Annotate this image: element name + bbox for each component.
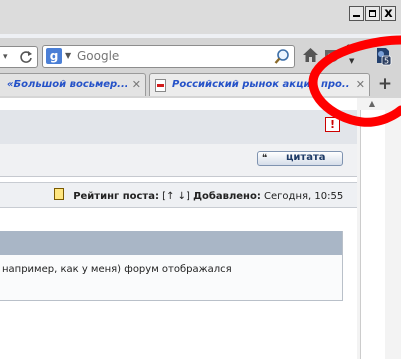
reload-icon[interactable] xyxy=(19,50,33,64)
quote-button-label: цитата xyxy=(286,152,326,163)
tab-1-close-icon[interactable]: ✕ xyxy=(132,78,141,91)
engine-dropdown-icon[interactable]: ▼ xyxy=(65,51,71,60)
tab-2-close-icon[interactable]: ✕ xyxy=(356,78,365,91)
scroll-up-arrow-icon[interactable]: ▲ xyxy=(362,98,382,110)
maximize-button[interactable] xyxy=(365,6,380,21)
search-icon[interactable] xyxy=(274,48,291,65)
home-icon[interactable] xyxy=(302,47,319,63)
search-input[interactable] xyxy=(77,46,277,67)
post-header-bar xyxy=(0,231,342,255)
tab-1-label: «Большой восьмер... xyxy=(7,79,127,90)
download-counter[interactable]: 81 xyxy=(346,44,357,54)
rating-arrows[interactable]: [↑ ↓] xyxy=(162,191,190,202)
extension-badge-count: 5 xyxy=(384,57,389,66)
extension-icon[interactable]: 5 xyxy=(373,46,393,66)
tab-2[interactable]: Российский рынок акций про... ✕ xyxy=(149,73,370,96)
added-label: Добавлено: xyxy=(193,191,261,202)
search-box[interactable]: g ▼ xyxy=(42,45,295,68)
new-tab-button[interactable]: + xyxy=(374,74,396,96)
url-dropdown-icon[interactable]: ▾ xyxy=(3,52,8,62)
rating-label: Рейтинг поста: xyxy=(73,191,159,202)
pocket-icon[interactable] xyxy=(324,48,340,63)
post-meta: Рейтинг поста: [↑ ↓] Добавлено: Сегодня,… xyxy=(54,188,343,202)
window-controls: x xyxy=(349,6,396,21)
post-document-icon xyxy=(54,188,64,200)
window-titlebar xyxy=(0,0,401,34)
minimize-button[interactable] xyxy=(349,6,364,21)
tab-2-label: Российский рынок акций про... xyxy=(172,79,350,90)
counter-dropdown-icon[interactable]: ▼ xyxy=(349,57,354,65)
close-button[interactable]: x xyxy=(381,6,396,21)
pdf-favicon-icon xyxy=(155,79,166,92)
tab-1[interactable]: «Большой восьмер... ✕ xyxy=(0,73,146,96)
post-text: например, как у меня) форум отображался xyxy=(2,264,232,275)
quote-button[interactable]: ❝ цитата xyxy=(257,151,343,166)
quote-icon: ❝ xyxy=(262,153,268,164)
url-bar[interactable]: ▾ xyxy=(0,46,38,68)
post-toolbar xyxy=(0,110,357,145)
report-button[interactable]: ! xyxy=(325,117,340,132)
google-engine-icon[interactable]: g xyxy=(46,48,62,64)
added-value: Сегодня, 10:55 xyxy=(264,191,344,202)
scrollbar-track[interactable] xyxy=(360,110,385,359)
